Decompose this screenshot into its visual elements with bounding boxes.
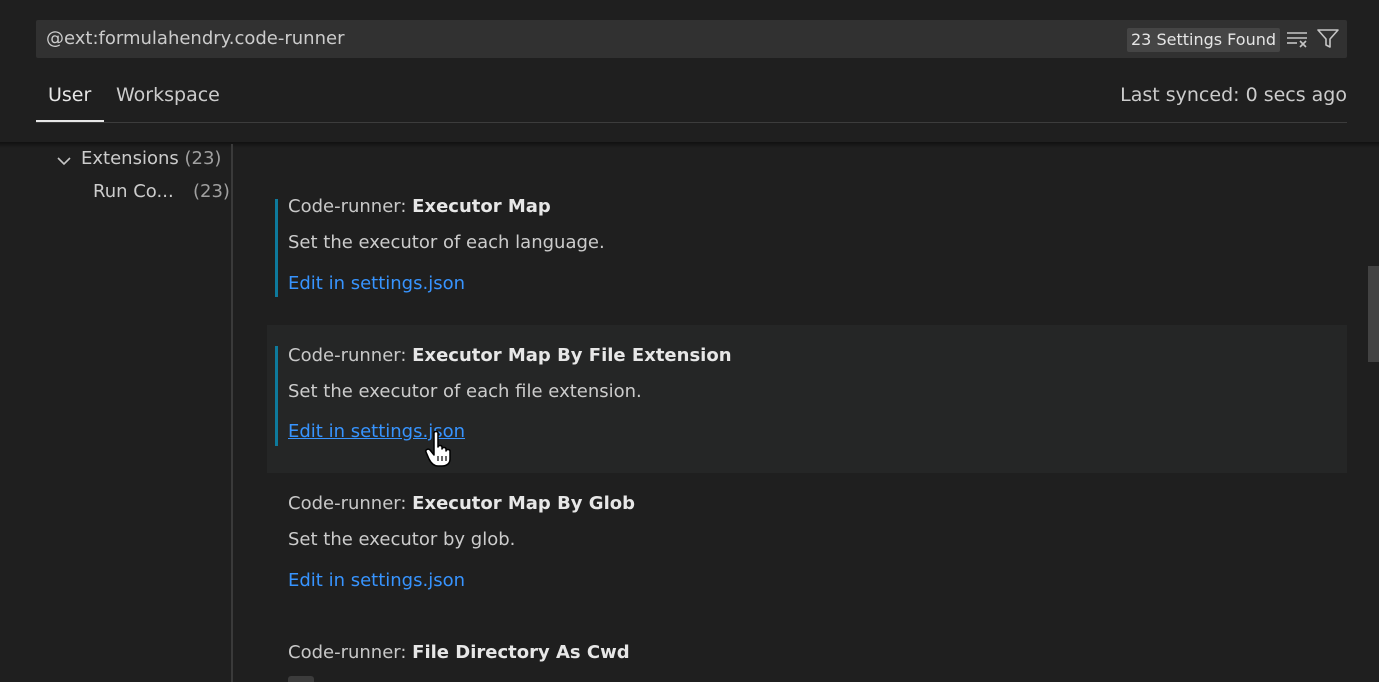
setting-description: Set the executor of each language. [288, 232, 605, 253]
toc-divider [231, 144, 233, 682]
setting-title: Code-runner: Executor Map [288, 196, 551, 217]
tab-workspace[interactable]: Workspace [116, 84, 220, 106]
sync-status: Last synced: 0 secs ago [1120, 84, 1347, 106]
setting-checkbox[interactable] [288, 676, 314, 682]
toc-item-count: (23) [184, 148, 222, 169]
setting-name: Executor Map By Glob [412, 493, 635, 514]
setting-description: Set the executor of each file extension. [288, 381, 642, 402]
toc-item-label: Extensions [81, 148, 179, 169]
settings-search-bar: 23 Settings Found [36, 20, 1347, 58]
active-tab-indicator [36, 120, 104, 122]
hand-pointer-cursor-icon [424, 430, 460, 472]
toc-item-count: (23) [193, 181, 230, 202]
tab-user[interactable]: User [48, 84, 91, 106]
clear-filter-icon[interactable] [1286, 29, 1308, 49]
chevron-down-icon[interactable] [56, 153, 72, 172]
edit-in-settings-json-link[interactable]: Edit in settings.json [288, 273, 465, 294]
setting-executor-map: Code-runner: Executor Map Set the execut… [267, 180, 1347, 320]
settings-count-badge: 23 Settings Found [1127, 28, 1281, 52]
setting-file-directory-as-cwd: Code-runner: File Directory As Cwd [267, 628, 1347, 682]
setting-category: Code-runner: [288, 642, 413, 663]
settings-search-input[interactable] [36, 20, 1116, 58]
toc-item-label: Run Co... [93, 181, 174, 202]
settings-editor: 23 Settings Found User Workspace Last sy… [0, 0, 1379, 682]
setting-title: Code-runner: Executor Map By Glob [288, 493, 635, 514]
setting-title: Code-runner: Executor Map By File Extens… [288, 345, 732, 366]
filter-icon[interactable] [1317, 29, 1339, 49]
modified-indicator [275, 199, 278, 297]
settings-scope-tabs: User Workspace Last synced: 0 secs ago [36, 80, 1347, 123]
edit-in-settings-json-link[interactable]: Edit in settings.json [288, 570, 465, 591]
setting-category: Code-runner: [288, 196, 413, 217]
setting-executor-map-by-glob: Code-runner: Executor Map By Glob Set th… [267, 478, 1347, 618]
setting-name: File Directory As Cwd [412, 642, 630, 663]
scrollbar-thumb[interactable] [1368, 266, 1379, 362]
setting-category: Code-runner: [288, 345, 413, 366]
toc-item-run-code[interactable]: Run Co... (23) [93, 181, 230, 202]
setting-title: Code-runner: File Directory As Cwd [288, 642, 630, 663]
setting-category: Code-runner: [288, 493, 413, 514]
modified-indicator [275, 346, 278, 446]
setting-description: Set the executor by glob. [288, 529, 516, 550]
setting-name: Executor Map [412, 196, 551, 217]
setting-name: Executor Map By File Extension [412, 345, 732, 366]
toc-item-extensions[interactable]: Extensions (23) [81, 148, 221, 169]
